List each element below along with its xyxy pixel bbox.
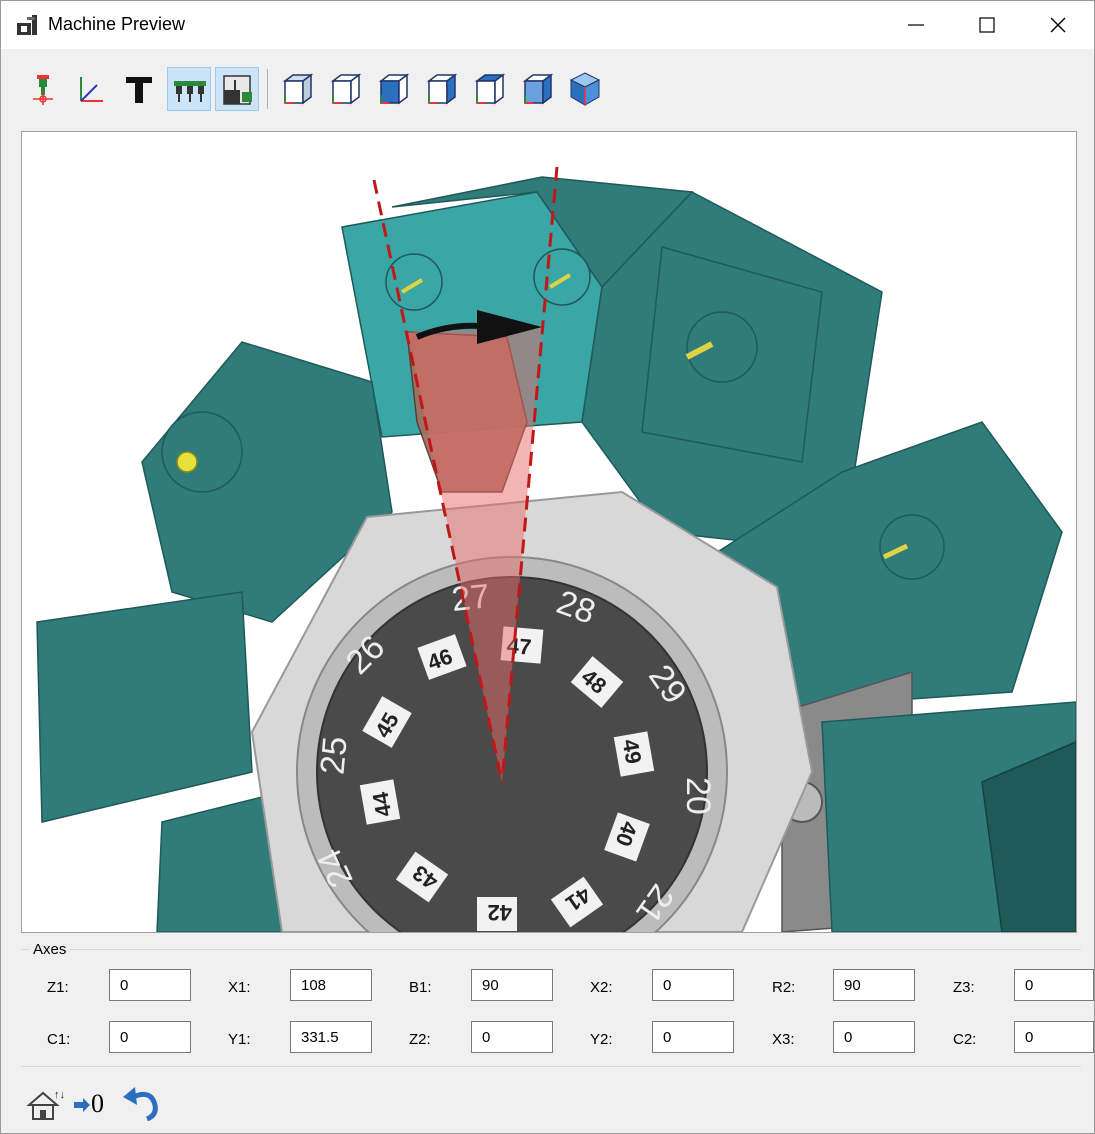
tool-tip-icon	[33, 75, 53, 105]
coordinate-axes-icon	[80, 77, 103, 102]
close-icon	[1050, 17, 1066, 33]
minimize-icon	[908, 24, 924, 26]
view-bottom-button[interactable]	[515, 67, 559, 111]
home-icon[interactable]: ↑↓	[25, 1087, 67, 1123]
svg-text:42: 42	[488, 900, 512, 925]
window-title: Machine Preview	[48, 14, 186, 34]
svg-text:↑↓: ↑↓	[54, 1089, 65, 1101]
axis-input-y1[interactable]	[290, 1021, 372, 1053]
axis-label-x2: X2:	[590, 979, 613, 996]
axis-label-c1: C1:	[47, 1031, 71, 1048]
undo-icon[interactable]	[121, 1085, 161, 1121]
axis-input-x3[interactable]	[833, 1021, 915, 1053]
view-isometric-button[interactable]	[563, 67, 607, 111]
tool-station-right-lower	[781, 670, 1076, 932]
view-left-icon	[378, 73, 410, 105]
tool-station-left-lower	[36, 591, 293, 932]
view-back-button[interactable]	[323, 67, 367, 111]
turret-scene: 27 28 29 20 21 24 25 26 46 47 48 49 40 4…	[36, 166, 1076, 932]
bottom-toolbar	[1, 1071, 1094, 1133]
axis-input-z2[interactable]	[471, 1021, 553, 1053]
axis-label-z3: Z3:	[953, 979, 975, 996]
view-bottom-icon	[522, 73, 554, 105]
machine-view-button[interactable]	[215, 67, 259, 111]
axes-legend: Axes	[29, 941, 71, 958]
disk-number: 20	[679, 777, 717, 815]
svg-text:49: 49	[618, 737, 647, 765]
disk-badge: 44	[359, 779, 401, 825]
axis-label-y1: Y1:	[228, 1031, 251, 1048]
machine-preview-window: Machine Preview 28 29 20 21 24 25 26 46 …	[0, 0, 1095, 1134]
move-to-zero-arrow-icon[interactable]	[73, 1097, 91, 1113]
view-left-button[interactable]	[371, 67, 415, 111]
axis-input-x1[interactable]	[290, 969, 372, 1001]
view-top-icon	[474, 73, 506, 105]
view-front-icon	[282, 73, 314, 105]
minimize-button[interactable]	[885, 1, 947, 49]
axis-label-z1: Z1:	[47, 979, 69, 996]
disk-badge: 42	[477, 897, 517, 931]
axis-label-z2: Z2:	[409, 1031, 431, 1048]
toolbar-separator	[267, 69, 268, 109]
text-labels-icon	[126, 77, 152, 103]
coordinate-axes-button[interactable]	[69, 67, 113, 111]
view-isometric-icon	[569, 72, 601, 106]
axis-label-c2: C2:	[953, 1031, 977, 1048]
machine-view-icon	[223, 75, 252, 105]
machine-3d-viewport[interactable]: 27 28 29 20 21 24 25 26 46 47 48 49 40 4…	[21, 131, 1077, 933]
view-top-button[interactable]	[467, 67, 511, 111]
axis-label-y2: Y2:	[590, 1031, 613, 1048]
view-back-icon	[330, 73, 362, 105]
disk-badge: 49	[613, 731, 655, 777]
axis-input-c1[interactable]	[109, 1021, 191, 1053]
view-right-button[interactable]	[419, 67, 463, 111]
disk-number: 25	[314, 735, 355, 776]
axis-input-z3[interactable]	[1014, 969, 1094, 1001]
axis-label-b1: B1:	[409, 979, 432, 996]
close-button[interactable]	[1027, 1, 1089, 49]
axis-label-x1: X1:	[228, 979, 251, 996]
svg-text:44: 44	[367, 789, 396, 818]
toolbar	[1, 49, 1094, 131]
axis-input-z1[interactable]	[109, 969, 191, 1001]
tool-holders-icon	[174, 81, 206, 102]
maximize-icon	[979, 17, 995, 33]
axis-input-r2[interactable]	[833, 969, 915, 1001]
view-front-button[interactable]	[275, 67, 319, 111]
axis-input-y2[interactable]	[652, 1021, 734, 1053]
axis-input-b1[interactable]	[471, 969, 553, 1001]
view-right-icon	[426, 73, 458, 105]
axis-label-r2: R2:	[772, 979, 796, 996]
tool-tip-button[interactable]	[21, 67, 65, 111]
axis-label-x3: X3:	[772, 1031, 795, 1048]
axis-input-x2[interactable]	[652, 969, 734, 1001]
move-to-zero-button[interactable]: 0	[91, 1089, 104, 1119]
tool-holders-button[interactable]	[167, 67, 211, 111]
axis-input-c2[interactable]	[1014, 1021, 1094, 1053]
maximize-button[interactable]	[956, 1, 1018, 49]
title-bar: Machine Preview	[1, 1, 1094, 49]
text-labels-button[interactable]	[117, 67, 161, 111]
app-icon	[17, 15, 37, 35]
